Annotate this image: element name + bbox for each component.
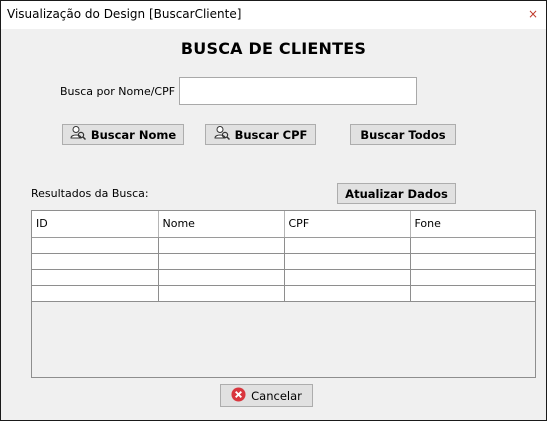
table-row[interactable] [32,285,535,302]
buscar-nome-button[interactable]: Buscar Nome [62,124,184,145]
user-search-icon [214,125,230,144]
close-icon: × [527,7,539,21]
table-cell[interactable] [410,237,535,254]
table-row[interactable] [32,269,535,286]
table-cell[interactable] [158,285,285,302]
close-button[interactable]: × [520,1,546,29]
buscar-cpf-button[interactable]: Buscar CPF [205,124,316,145]
table-cell[interactable] [410,269,535,286]
cancel-icon [231,386,246,405]
table-cell[interactable] [32,253,159,270]
table-cell[interactable] [158,269,285,286]
table-cell[interactable] [284,237,411,254]
table-cell[interactable] [158,237,285,254]
column-header-fone[interactable]: Fone [410,211,535,238]
table-cell[interactable] [32,237,159,254]
column-header-nome[interactable]: Nome [158,211,285,238]
atualizar-dados-button[interactable]: Atualizar Dados [337,183,456,204]
cancelar-button[interactable]: Cancelar [220,384,313,407]
results-label: Resultados da Busca: [31,187,149,200]
table-header-row: ID Nome CPF Fone [32,211,535,238]
title-bar: Visualização do Design [BuscarCliente] × [1,1,546,29]
search-label: Busca por Nome/CPF [60,85,176,98]
table-cell[interactable] [410,285,535,302]
buscar-cpf-label: Buscar CPF [234,127,308,142]
page-title: BUSCA DE CLIENTES [180,39,367,58]
table-cell[interactable] [158,253,285,270]
table-cell[interactable] [284,269,411,286]
results-table[interactable]: ID Nome CPF Fone [31,210,536,378]
column-header-cpf[interactable]: CPF [284,211,411,238]
table-cell[interactable] [284,285,411,302]
column-header-id[interactable]: ID [32,211,159,238]
table-row[interactable] [32,253,535,270]
table-cell[interactable] [32,285,159,302]
buscar-nome-label: Buscar Nome [90,127,177,142]
window-title: Visualização do Design [BuscarCliente] [7,7,242,21]
table-row[interactable] [32,237,535,254]
search-input[interactable] [179,77,417,105]
table-cell[interactable] [410,253,535,270]
user-search-icon [70,125,86,144]
table-cell[interactable] [284,253,411,270]
table-cell[interactable] [32,269,159,286]
buscar-todos-button[interactable]: Buscar Todos [350,124,456,145]
design-preview-window: Visualização do Design [BuscarCliente] ×… [0,0,547,421]
cancelar-label: Cancelar [251,388,302,403]
